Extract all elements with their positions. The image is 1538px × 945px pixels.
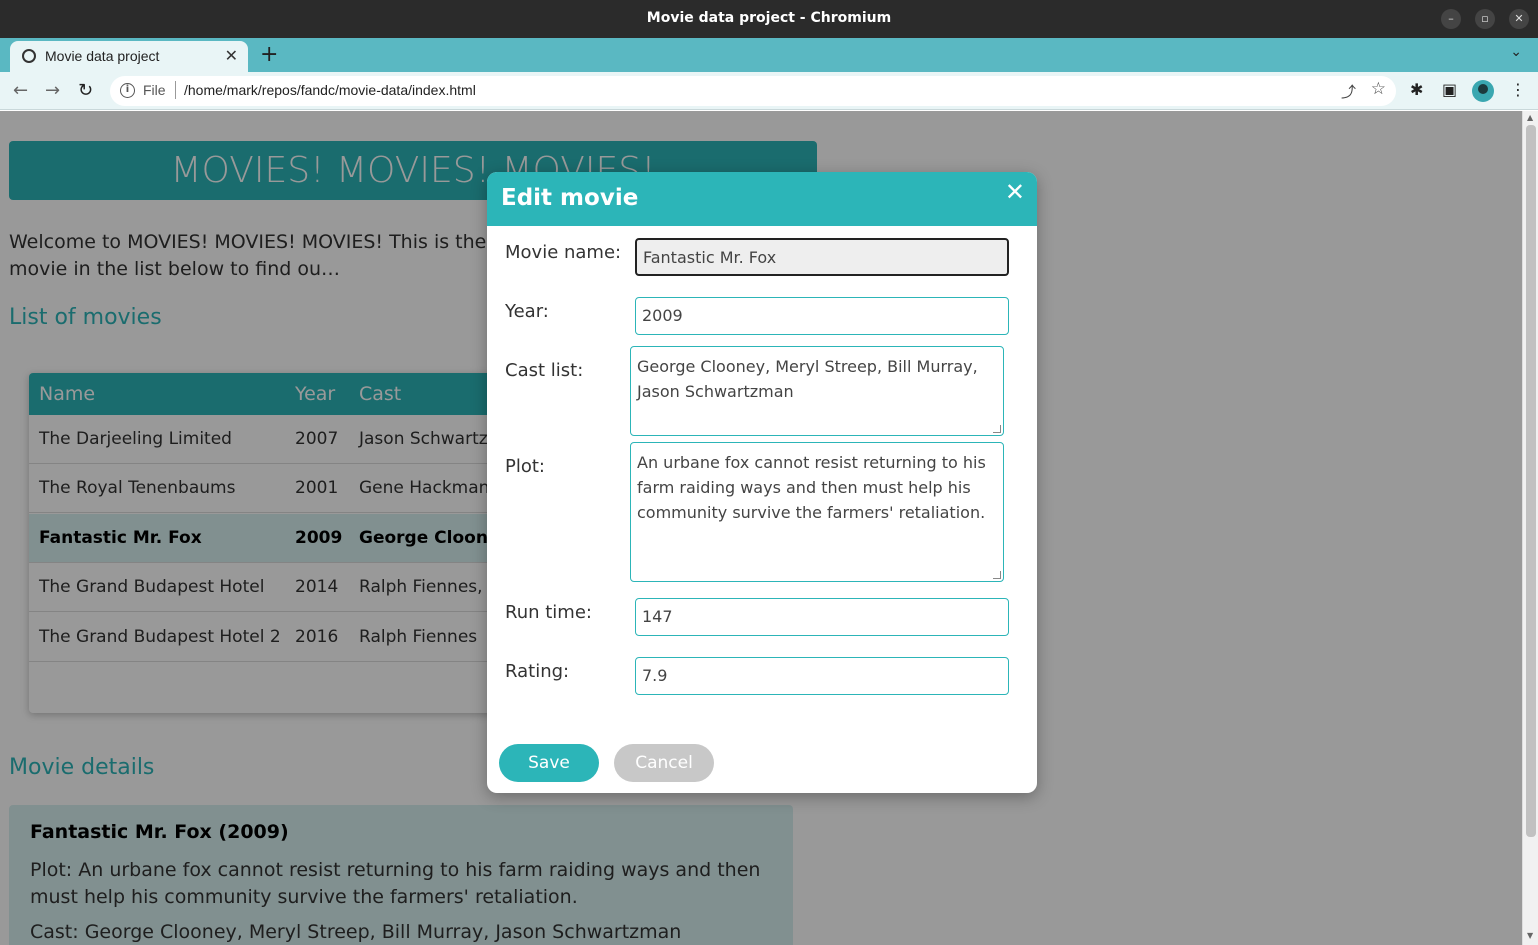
address-bar[interactable]: i File /home/mark/repos/fandc/movie-data…	[110, 76, 1396, 106]
chevron-down-icon[interactable]: ⌄	[1510, 44, 1522, 60]
reload-icon[interactable]: ↻	[78, 80, 93, 101]
year-input[interactable]: 2009	[635, 297, 1009, 335]
scroll-up-icon[interactable]: ▲	[1527, 113, 1533, 122]
page-scrollbar[interactable]: ▲ ▼	[1522, 111, 1538, 945]
rating-input[interactable]: 7.9	[635, 657, 1009, 695]
url-separator	[175, 81, 176, 99]
year-label: Year:	[505, 301, 549, 322]
plot-text: An urbane fox cannot resist returning to…	[637, 453, 986, 522]
runtime-input[interactable]: 147	[635, 598, 1009, 636]
maximize-icon[interactable]: ▫	[1475, 9, 1495, 29]
scroll-down-icon[interactable]: ▼	[1527, 931, 1533, 940]
info-icon[interactable]: i	[120, 83, 135, 98]
forward-icon[interactable]: →	[45, 80, 60, 101]
cast-text: George Clooney, Meryl Streep, Bill Murra…	[637, 357, 978, 401]
window-close-icon[interactable]: ✕	[1509, 9, 1529, 29]
url-scheme: File	[143, 82, 166, 98]
globe-icon	[22, 49, 36, 63]
edit-movie-modal: Edit movie ✕ Movie name: Fantastic Mr. F…	[487, 172, 1037, 793]
movie-name-input[interactable]: Fantastic Mr. Fox	[635, 238, 1009, 276]
tab-title: Movie data project	[45, 48, 160, 64]
profile-avatar[interactable]	[1472, 80, 1494, 102]
plot-textarea[interactable]: An urbane fox cannot resist returning to…	[630, 442, 1004, 582]
share-icon[interactable]: ⤴	[1341, 81, 1356, 102]
movie-name-label: Movie name:	[505, 242, 622, 263]
modal-header: Edit movie ✕	[487, 172, 1037, 226]
resize-grip-icon[interactable]	[993, 425, 1001, 433]
minimize-icon[interactable]: –	[1441, 9, 1461, 29]
scrollbar-thumb[interactable]	[1526, 125, 1536, 837]
resize-grip-icon[interactable]	[993, 571, 1001, 579]
browser-toolbar: ← → ↻ i File /home/mark/repos/fandc/movi…	[0, 72, 1538, 110]
extensions-icon[interactable]: ✱	[1410, 80, 1423, 99]
close-icon[interactable]: ✕	[1005, 178, 1025, 206]
url-text[interactable]: /home/mark/repos/fandc/movie-data/index.…	[184, 82, 476, 98]
runtime-label: Run time:	[505, 602, 592, 623]
cancel-button[interactable]: Cancel	[614, 744, 714, 782]
window-title: Movie data project - Chromium	[646, 10, 892, 26]
new-tab-icon[interactable]: +	[260, 42, 278, 67]
star-icon[interactable]: ☆	[1371, 79, 1386, 99]
tab-close-icon[interactable]: ✕	[225, 46, 238, 65]
page-viewport: MOVIES! MOVIES! MOVIES! Welcome to MOVIE…	[0, 111, 1522, 945]
save-button[interactable]: Save	[499, 744, 599, 782]
modal-title: Edit movie	[501, 185, 639, 211]
cast-label: Cast list:	[505, 360, 584, 381]
browser-tab[interactable]: Movie data project ✕	[10, 41, 248, 72]
window-titlebar: Movie data project - Chromium – ▫ ✕	[0, 0, 1538, 38]
cast-textarea[interactable]: George Clooney, Meryl Streep, Bill Murra…	[630, 346, 1004, 436]
plot-label: Plot:	[505, 456, 545, 477]
side-panel-icon[interactable]: ▣	[1442, 80, 1457, 99]
menu-dots-icon[interactable]: ⋮	[1510, 80, 1526, 99]
back-icon[interactable]: ←	[13, 80, 28, 101]
rating-label: Rating:	[505, 661, 570, 682]
